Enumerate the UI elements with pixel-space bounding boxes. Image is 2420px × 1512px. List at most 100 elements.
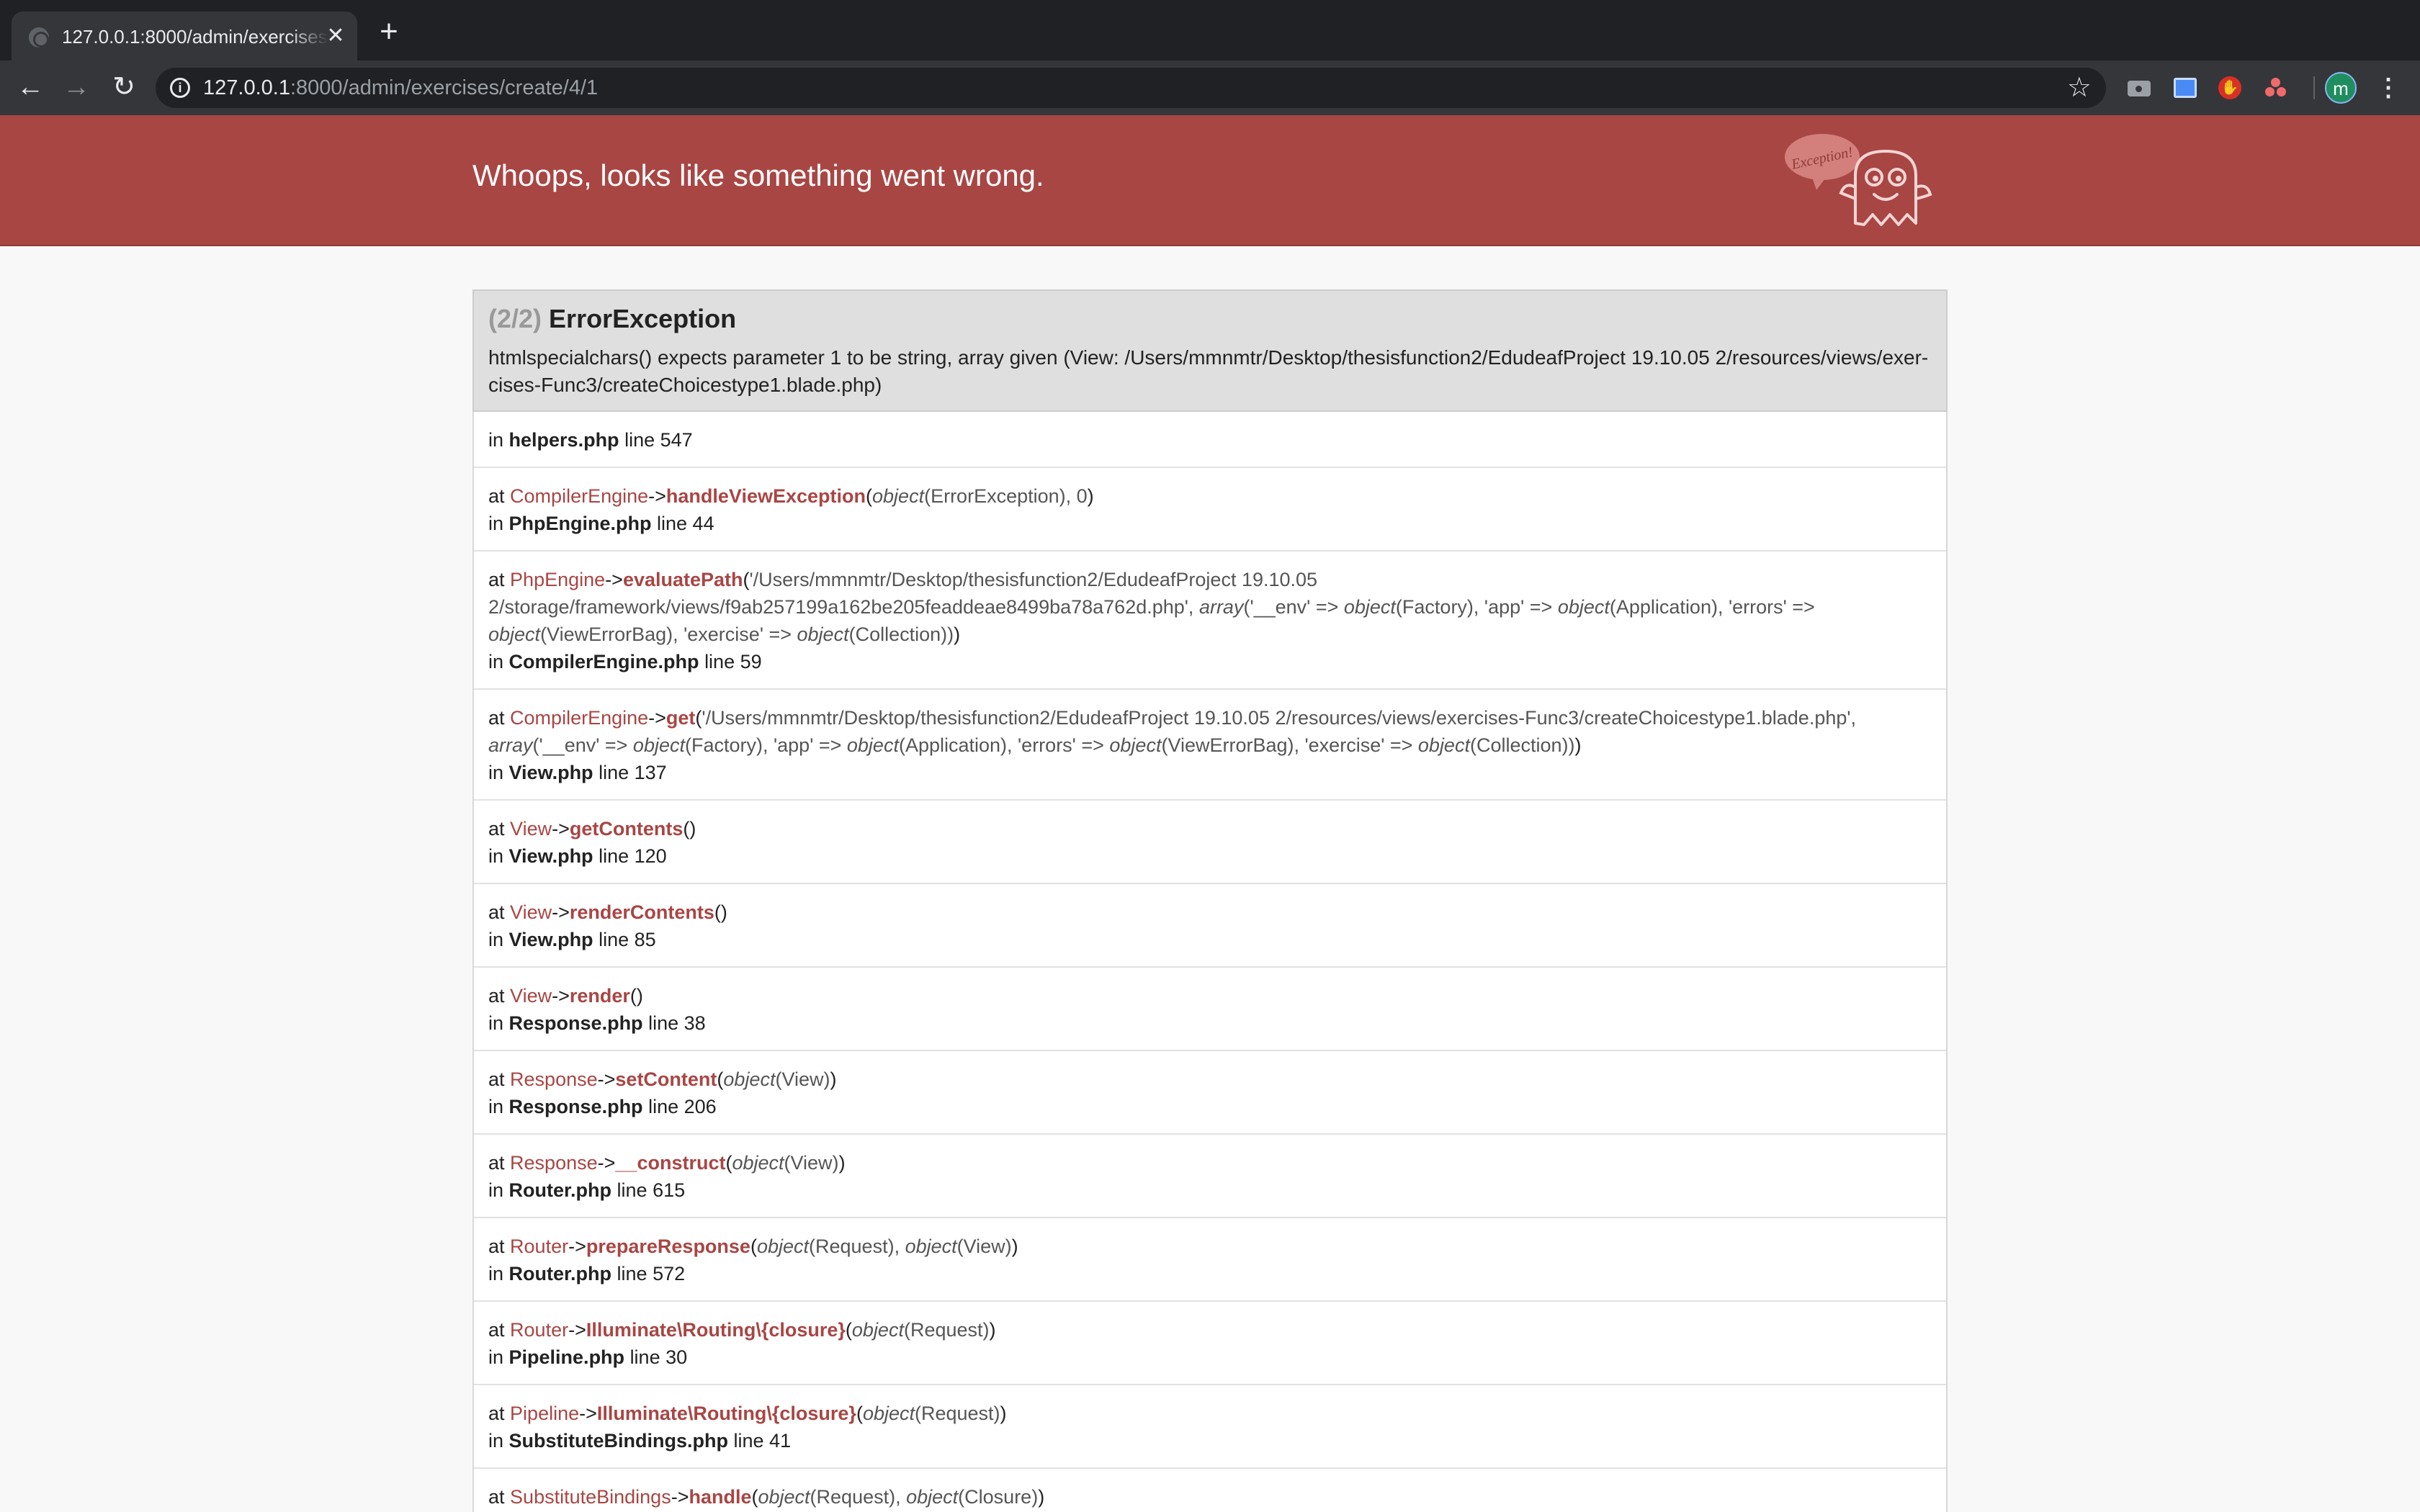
reload-icon[interactable]: ↻ bbox=[107, 71, 141, 105]
frame-line: line 44 bbox=[657, 513, 714, 534]
frame-call: at PhpEngine->evaluatePath('/Users/mmnmt… bbox=[488, 566, 1932, 648]
trace-frame: at Response->__construct(object(View)) in… bbox=[474, 1135, 1946, 1218]
frame-class: SubstituteBindings bbox=[510, 1486, 671, 1508]
open-paren: ( bbox=[629, 985, 637, 1007]
star-icon[interactable]: ☆ bbox=[2067, 72, 2092, 104]
frame-arrow: -> bbox=[597, 1152, 616, 1174]
info-icon[interactable]: i bbox=[170, 78, 190, 98]
browser-tab-strip: 127.0.0.1:8000/admin/exercises/create/4/… bbox=[0, 0, 2420, 60]
arg-type: object bbox=[1557, 596, 1610, 618]
frame-class: PhpEngine bbox=[510, 569, 606, 590]
avatar[interactable]: m bbox=[2325, 72, 2357, 104]
arg-value: (View) bbox=[784, 1152, 839, 1174]
frame-location: in Response.php line 206 bbox=[488, 1093, 1932, 1120]
stack-trace: in helpers.php line 547 at CompilerEngin… bbox=[472, 412, 1948, 1512]
frame-function: __construct bbox=[615, 1152, 726, 1174]
in-label: in bbox=[488, 429, 504, 451]
browser-tab[interactable]: 127.0.0.1:8000/admin/exercises/create/4/… bbox=[12, 12, 357, 60]
frame-class: Router bbox=[510, 1319, 569, 1341]
close-paren: ) bbox=[689, 818, 696, 840]
trace-frame: at Response->setContent(object(View)) in … bbox=[474, 1051, 1946, 1135]
close-paren: ) bbox=[830, 1068, 837, 1090]
frame-location: in SubstituteBindings.php line 41 bbox=[488, 1427, 1932, 1454]
open-paren: ( bbox=[866, 485, 873, 507]
arg-type: object bbox=[1343, 596, 1396, 618]
close-paren: ) bbox=[1574, 734, 1582, 756]
arg-type: object bbox=[632, 734, 685, 756]
frame-function: setContent bbox=[615, 1068, 717, 1090]
menu-icon[interactable]: ⋮ bbox=[2374, 72, 2403, 104]
frame-file: Router.php bbox=[508, 1179, 612, 1201]
arg-value: (Factory), 'app' => bbox=[1395, 596, 1558, 618]
frame-file: View.php bbox=[508, 929, 593, 950]
frame-function: evaluatePath bbox=[622, 569, 743, 590]
close-tab-icon[interactable]: ✕ bbox=[324, 24, 347, 48]
arg-type: object bbox=[872, 485, 925, 507]
arg-value: (ViewErrorBag), 'exercise' => bbox=[1161, 734, 1418, 756]
arg-type: array bbox=[488, 734, 533, 756]
frame-file: View.php bbox=[508, 762, 593, 783]
arg-type: object bbox=[732, 1152, 784, 1174]
frame-class: CompilerEngine bbox=[510, 485, 649, 507]
frame-function: Illuminate\Routing\{closure} bbox=[596, 1403, 856, 1424]
frame-call: at CompilerEngine->get('/Users/mmnmtr/De… bbox=[488, 704, 1932, 759]
hand-icon[interactable]: ✋ bbox=[2215, 73, 2244, 102]
arg-value: (View) bbox=[775, 1068, 830, 1090]
trace-frame: at View->renderContents() in View.php lin… bbox=[474, 884, 1946, 968]
exception-header: (2/2) ErrorException htmlspecialchars() … bbox=[472, 289, 1948, 412]
arg-value: (ErrorException), 0 bbox=[924, 485, 1088, 507]
in-label: in bbox=[488, 513, 504, 534]
trace-frame: at CompilerEngine->handleViewException(o… bbox=[474, 468, 1946, 552]
arg-type: object bbox=[851, 1319, 904, 1341]
close-paren: ) bbox=[720, 901, 727, 923]
at-label: at bbox=[488, 1319, 505, 1341]
exception-message: htmlspecialchars() expects parameter 1 t… bbox=[488, 346, 1929, 396]
arg-type: object bbox=[488, 624, 541, 645]
back-arrow-icon[interactable]: ← bbox=[13, 71, 48, 105]
photo-icon[interactable] bbox=[2171, 73, 2200, 102]
dots-icon[interactable] bbox=[2262, 73, 2290, 102]
in-label: in bbox=[488, 1263, 504, 1284]
frame-arrow: -> bbox=[648, 707, 666, 729]
globe-icon bbox=[29, 27, 49, 48]
frame-call: at Pipeline->Illuminate\Routing\{closure… bbox=[488, 1400, 1932, 1427]
frame-arrow: -> bbox=[579, 1403, 597, 1424]
at-label: at bbox=[488, 901, 505, 923]
frame-arrow: -> bbox=[605, 569, 623, 590]
in-label: in bbox=[488, 1179, 504, 1201]
arg-value: (Request) bbox=[903, 1319, 990, 1341]
frame-location: in Pipeline.php line 30 bbox=[488, 1344, 1932, 1371]
close-paren: ) bbox=[838, 1152, 846, 1174]
exception-name: ErrorException bbox=[549, 304, 737, 333]
frame-file: CompilerEngine.php bbox=[508, 651, 699, 672]
frame-class: Response bbox=[510, 1152, 598, 1174]
frame-line: line 85 bbox=[599, 929, 656, 950]
camera-icon[interactable] bbox=[2125, 73, 2154, 102]
frame-file: Response.php bbox=[508, 1012, 643, 1034]
arg-type: object bbox=[758, 1486, 810, 1508]
frame-file: Router.php bbox=[508, 1263, 612, 1284]
frame-file: Pipeline.php bbox=[508, 1346, 625, 1368]
exception-title: (2/2) ErrorException bbox=[488, 304, 1932, 334]
frame-class: Router bbox=[510, 1236, 569, 1257]
address-url[interactable]: 127.0.0.1:8000/admin/exercises/create/4/… bbox=[203, 76, 598, 100]
trace-frame: at CompilerEngine->get('/Users/mmnmtr/De… bbox=[474, 690, 1946, 801]
address-bar[interactable]: i 127.0.0.1:8000/admin/exercises/create/… bbox=[156, 68, 2106, 108]
frame-location: in PhpEngine.php line 44 bbox=[488, 510, 1932, 537]
trace-frame: at Router->Illuminate\Routing\{closure}(… bbox=[474, 1302, 1946, 1385]
frame-file: PhpEngine.php bbox=[508, 513, 652, 534]
frame-file: Response.php bbox=[508, 1096, 643, 1117]
frame-function: get bbox=[666, 707, 696, 729]
forward-arrow-icon[interactable]: → bbox=[59, 71, 94, 105]
frame-location: in Router.php line 615 bbox=[488, 1176, 1932, 1204]
at-label: at bbox=[488, 818, 505, 840]
frame-call: at View->renderContents() bbox=[488, 899, 1932, 926]
new-tab-button[interactable]: + bbox=[373, 16, 405, 49]
browser-toolbar: ← → ↻ i 127.0.0.1:8000/admin/exercises/c… bbox=[0, 60, 2420, 115]
arg-type: object bbox=[756, 1236, 810, 1257]
frame-line: line 572 bbox=[617, 1263, 686, 1284]
frame-call: at Router->prepareResponse(object(Reques… bbox=[488, 1233, 1932, 1260]
frame-file: View.php bbox=[508, 845, 593, 867]
frame-function: handleViewException bbox=[666, 485, 866, 507]
frame-class: Response bbox=[510, 1068, 598, 1090]
